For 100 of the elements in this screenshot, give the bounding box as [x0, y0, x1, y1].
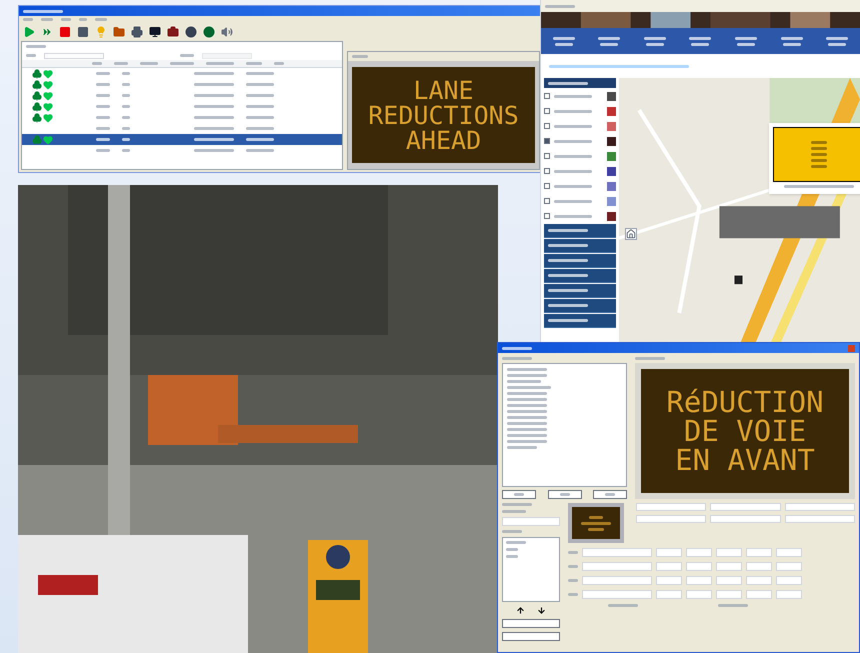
down-arrow-icon[interactable]: [537, 606, 546, 615]
checkbox[interactable]: [544, 108, 550, 114]
message-name-field[interactable]: [502, 517, 560, 526]
list-button[interactable]: [548, 490, 582, 499]
sign-text: EN AVANT: [675, 446, 815, 474]
play-icon[interactable]: [23, 26, 35, 38]
illegible-text: [23, 18, 33, 21]
checkbox[interactable]: [544, 123, 550, 129]
checkbox[interactable]: [544, 93, 550, 99]
illegible-text: [507, 446, 537, 449]
illegible-text: [96, 127, 110, 130]
illegible-text: [140, 62, 158, 65]
illegible-text: [548, 82, 588, 84]
list-button[interactable]: [593, 490, 627, 499]
line-text-field[interactable]: [582, 548, 652, 557]
dropdown[interactable]: [716, 590, 742, 599]
briefcase-icon[interactable]: [167, 26, 179, 38]
dropdown[interactable]: [776, 548, 802, 557]
checkbox[interactable]: [544, 198, 550, 204]
line-text-field[interactable]: [582, 590, 652, 599]
layer-item[interactable]: [544, 89, 616, 103]
checkbox[interactable]: [544, 153, 550, 159]
dropdown[interactable]: [746, 562, 772, 571]
dropdown[interactable]: [656, 576, 682, 585]
illegible-text: [92, 62, 102, 65]
dropdown[interactable]: [746, 548, 772, 557]
dropdown[interactable]: [686, 590, 712, 599]
sidebar-link[interactable]: [544, 299, 616, 313]
illegible-text: [811, 147, 827, 150]
line-text-field[interactable]: [582, 576, 652, 585]
sidebar-link[interactable]: [544, 314, 616, 328]
up-arrow-icon[interactable]: [516, 606, 525, 615]
illegible-text: [502, 503, 532, 506]
illegible-text: [548, 259, 588, 262]
illegible-text: [568, 593, 578, 596]
speaker-icon[interactable]: [221, 26, 233, 38]
illegible-text: [180, 54, 194, 57]
option-field[interactable]: [710, 515, 781, 523]
dropdown[interactable]: [776, 562, 802, 571]
illegible-text: [548, 304, 588, 307]
dropdown[interactable]: [716, 576, 742, 585]
stop-icon[interactable]: [59, 26, 71, 38]
checkbox[interactable]: [544, 168, 550, 174]
layer-item[interactable]: [544, 209, 616, 223]
dropdown[interactable]: [686, 576, 712, 585]
club-icon: [32, 68, 42, 78]
illegible-text: [554, 170, 592, 172]
table-row[interactable]: [22, 134, 342, 145]
sidebar-link[interactable]: [544, 254, 616, 268]
dropdown[interactable]: [686, 562, 712, 571]
dropdown[interactable]: [746, 576, 772, 585]
filter-field[interactable]: [44, 52, 104, 58]
line-text-field[interactable]: [582, 562, 652, 571]
dropdown[interactable]: [656, 590, 682, 599]
illegible-text: [506, 555, 518, 558]
layer-item[interactable]: [544, 164, 616, 178]
dropdown[interactable]: [776, 590, 802, 599]
page-button[interactable]: [502, 619, 560, 628]
illegible-text: [96, 116, 110, 119]
sidebar-link[interactable]: [544, 239, 616, 253]
illegible-text: [568, 565, 578, 568]
dropdown[interactable]: [656, 562, 682, 571]
checkbox[interactable]: [544, 138, 550, 144]
forward-icon[interactable]: [41, 26, 53, 38]
club-icon: [32, 80, 42, 90]
illegible-text: [246, 116, 274, 119]
option-field[interactable]: [636, 515, 706, 523]
dropdown[interactable]: [716, 548, 742, 557]
list-button[interactable]: [502, 490, 536, 499]
dropdown[interactable]: [716, 562, 742, 571]
option-field[interactable]: [784, 515, 855, 523]
illegible-text: [23, 10, 63, 12]
sidebar-link[interactable]: [544, 224, 616, 238]
dropdown[interactable]: [686, 548, 712, 557]
checkbox[interactable]: [544, 213, 550, 219]
option-field[interactable]: [710, 503, 781, 511]
dropdown[interactable]: [746, 590, 772, 599]
checkbox[interactable]: [544, 183, 550, 189]
option-field[interactable]: [636, 503, 706, 511]
illegible-text: [554, 214, 592, 218]
circle-icon[interactable]: [185, 26, 197, 38]
illegible-text: [246, 149, 274, 152]
dropdown[interactable]: [656, 548, 682, 557]
search-field[interactable]: [202, 52, 252, 58]
folder-icon[interactable]: [113, 26, 125, 38]
lightbulb-icon[interactable]: [95, 26, 107, 38]
illegible-text: [600, 42, 618, 46]
option-field[interactable]: [784, 503, 855, 511]
illegible-text: [96, 94, 110, 97]
illegible-text: [352, 55, 368, 58]
page-button[interactable]: [502, 632, 560, 641]
dropdown[interactable]: [776, 576, 802, 585]
illegible-text: [274, 62, 284, 65]
illegible-text: [644, 36, 666, 40]
monitor-icon[interactable]: [149, 26, 161, 38]
sidebar-link[interactable]: [544, 284, 616, 298]
layer-item[interactable]: [544, 134, 616, 148]
sidebar-link[interactable]: [544, 269, 616, 283]
home-icon[interactable]: [625, 228, 637, 240]
illegible-text: [691, 42, 710, 46]
